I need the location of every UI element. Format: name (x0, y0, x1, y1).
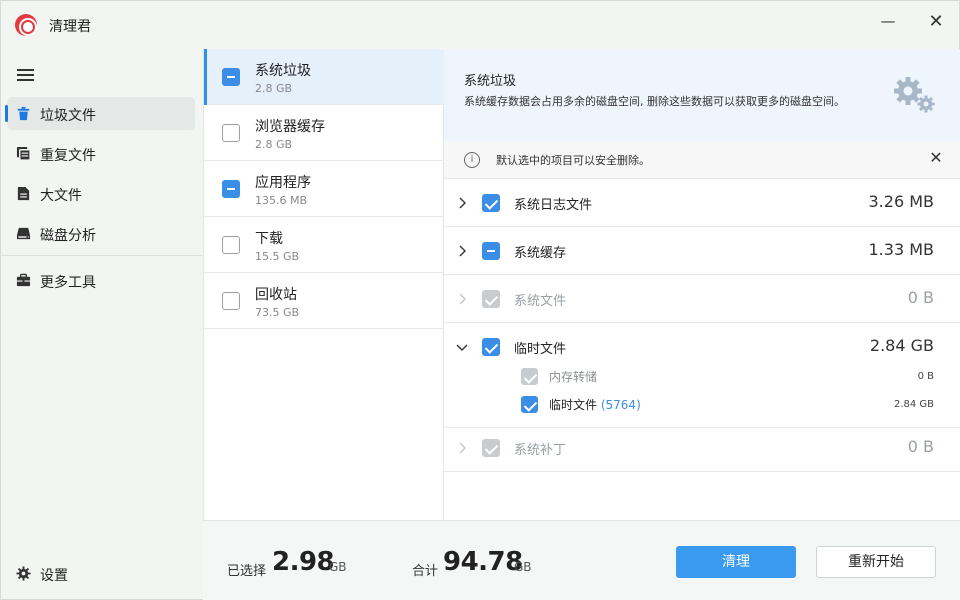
category-size: 2.8 GB (255, 82, 293, 95)
category-size: 135.6 MB (255, 194, 308, 207)
subrow-checkbox-memory-dump (521, 368, 538, 385)
subrow-count: (5764) (600, 398, 641, 412)
row-checkbox[interactable] (482, 338, 500, 356)
category-item-system-junk[interactable]: 系统垃圾 2.8 GB (204, 49, 444, 105)
category-name: 回收站 (255, 287, 297, 303)
large-file-icon (17, 186, 30, 201)
subrow-size: 2.84 GB (893, 399, 934, 410)
settings-gears-icon (894, 77, 935, 113)
app-logo-icon (15, 14, 37, 36)
category-checkbox[interactable] (222, 292, 240, 310)
category-name: 浏览器缓存 (255, 119, 325, 135)
detail-panel: 系统垃圾 系统缓存数据会占用多余的磁盘空间, 删除这些数据可以获取更多的磁盘空间… (444, 49, 960, 520)
app-window: 清理君 — ✕ 垃圾文件 重复文件 大文件 磁盘分析 更多工具 设置 系统垃圾 … (0, 0, 960, 600)
chevron-right-icon (459, 442, 466, 454)
detail-row-temp-files[interactable]: 临时文件 2.84 GB 内存转储 0 B 临时文件 (5764) 2.84 G… (444, 323, 960, 428)
detail-header: 系统垃圾 系统缓存数据会占用多余的磁盘空间, 删除这些数据可以获取更多的磁盘空间… (444, 49, 960, 141)
restart-button[interactable]: 重新开始 (816, 546, 936, 578)
category-item-recycle-bin[interactable]: 回收站 73.5 GB (204, 273, 444, 329)
category-size: 2.8 GB (255, 138, 293, 151)
duplicate-files-icon (16, 146, 31, 161)
gear-icon (16, 566, 31, 581)
selected-label: 已选择 (227, 564, 267, 579)
sidebar-item-label: 更多工具 (40, 275, 96, 291)
selected-unit: GB (329, 560, 347, 574)
subrow-name: 内存转储 (549, 370, 598, 384)
sidebar: 垃圾文件 重复文件 大文件 磁盘分析 更多工具 设置 (1, 49, 202, 600)
subrow-checkbox-temp-files[interactable] (521, 396, 538, 413)
category-name: 系统垃圾 (255, 63, 311, 79)
row-name: 系统文件 (514, 294, 567, 309)
sidebar-item-settings[interactable]: 设置 (7, 557, 195, 590)
chevron-right-icon[interactable] (454, 243, 470, 259)
category-checkbox[interactable] (222, 68, 240, 86)
clean-button[interactable]: 清理 (676, 546, 796, 578)
row-checkbox[interactable] (482, 194, 500, 212)
row-name: 系统日志文件 (514, 198, 593, 213)
detail-title: 系统垃圾 (464, 74, 517, 89)
title-bar: 清理君 — ✕ (1, 1, 960, 49)
row-size: 3.26 MB (868, 192, 935, 211)
sidebar-item-junk-files[interactable]: 垃圾文件 (5, 97, 195, 130)
row-size: 0 B (907, 437, 934, 456)
sidebar-item-label: 重复文件 (40, 148, 96, 164)
footer: 已选择 2.98 GB 合计 94.78 GB 清理 重新开始 (203, 520, 960, 600)
row-checkbox (482, 439, 500, 457)
category-name: 下载 (255, 231, 283, 247)
category-item-browser-cache[interactable]: 浏览器缓存 2.8 GB (204, 105, 444, 161)
info-icon: i (464, 152, 480, 168)
subrow-name: 临时文件 (549, 398, 598, 412)
chevron-down-icon[interactable] (454, 339, 470, 355)
row-size: 2.84 GB (869, 336, 934, 355)
chevron-right-icon (459, 293, 466, 305)
toolbox-icon (16, 273, 31, 287)
detail-row-system-logs[interactable]: 系统日志文件 3.26 MB (444, 179, 960, 227)
sidebar-item-label: 设置 (40, 568, 68, 584)
category-list: 系统垃圾 2.8 GB 浏览器缓存 2.8 GB 应用程序 135.6 MB 下… (203, 49, 444, 520)
row-size: 1.33 MB (868, 240, 935, 259)
total-label: 合计 (412, 564, 439, 579)
category-checkbox[interactable] (222, 180, 240, 198)
disk-icon (16, 227, 31, 240)
total-unit: GB (514, 560, 532, 574)
detail-row-system-files: 系统文件 0 B (444, 275, 960, 323)
row-name: 系统补丁 (514, 443, 567, 458)
category-item-applications[interactable]: 应用程序 135.6 MB (204, 161, 444, 217)
selected-value: 2.98 (272, 547, 335, 577)
sidebar-item-label: 垃圾文件 (40, 108, 96, 124)
category-checkbox[interactable] (222, 236, 240, 254)
row-name: 临时文件 (514, 342, 567, 357)
minimize-button[interactable]: — (874, 9, 902, 33)
detail-row-system-cache[interactable]: 系统缓存 1.33 MB (444, 227, 960, 275)
sidebar-divider (1, 255, 202, 256)
sidebar-item-more-tools[interactable]: 更多工具 (7, 264, 195, 297)
total-value: 94.78 (443, 547, 523, 577)
sidebar-item-large-files[interactable]: 大文件 (7, 177, 195, 210)
hamburger-menu-icon[interactable] (17, 69, 34, 81)
close-info-button[interactable]: ✕ (926, 148, 946, 167)
app-title: 清理君 (49, 19, 91, 35)
info-banner: i 默认选中的项目可以安全删除。 ✕ (444, 141, 960, 179)
sidebar-item-label: 磁盘分析 (40, 228, 96, 244)
row-checkbox (482, 290, 500, 308)
chevron-right-icon[interactable] (454, 195, 470, 211)
row-name: 系统缓存 (514, 246, 567, 261)
subrow-name-temp-files: 临时文件 (5764) (549, 396, 641, 413)
subrow-size: 0 B (917, 371, 934, 382)
sidebar-item-duplicate-files[interactable]: 重复文件 (7, 137, 195, 170)
sidebar-item-label: 大文件 (40, 188, 82, 204)
category-item-downloads[interactable]: 下载 15.5 GB (204, 217, 444, 273)
detail-row-system-patches: 系统补丁 0 B (444, 424, 960, 472)
category-name: 应用程序 (255, 175, 311, 191)
category-checkbox[interactable] (222, 124, 240, 142)
info-text: 默认选中的项目可以安全删除。 (496, 154, 650, 167)
close-window-button[interactable]: ✕ (922, 9, 950, 33)
row-size: 0 B (907, 288, 934, 307)
trash-icon (17, 106, 30, 121)
row-checkbox[interactable] (482, 242, 500, 260)
category-size: 73.5 GB (255, 306, 300, 319)
category-size: 15.5 GB (255, 250, 300, 263)
sidebar-item-disk-analysis[interactable]: 磁盘分析 (7, 217, 195, 250)
detail-description: 系统缓存数据会占用多余的磁盘空间, 删除这些数据可以获取更多的磁盘空间。 (464, 95, 845, 108)
